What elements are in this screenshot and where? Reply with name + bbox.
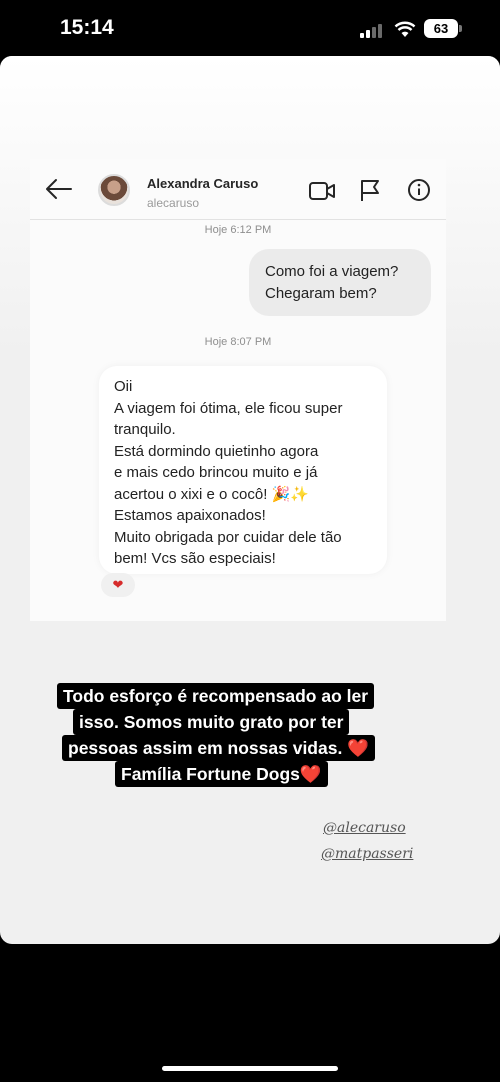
message-line: Chegaram bem? [265,285,377,302]
mention-sticker[interactable]: @matpasseri [321,846,413,862]
chat-header: Alexandra Caruso alecaruso [30,159,446,220]
info-icon[interactable] [407,178,431,202]
message-timestamp: Hoje 8:07 PM [204,336,272,348]
caption-line: isso. Somos muito grato por ter [73,709,350,735]
story-card[interactable]: Alexandra Caruso alecaruso Hoje 6:12 PM … [0,56,500,944]
flag-icon[interactable] [358,179,382,203]
message-line: bem! Vcs são especiais! [114,550,276,567]
incoming-message-bubble[interactable]: Oii A viagem foi ótima, ele ficou super … [99,366,387,574]
message-line: e mais cedo brincou muito e já [114,464,318,481]
outgoing-message-bubble[interactable]: Como foi a viagem? Chegaram bem? [249,249,431,316]
video-call-icon[interactable] [308,181,336,201]
back-arrow-icon[interactable] [44,177,74,201]
contact-name: Alexandra Caruso [147,176,259,191]
wifi-icon [394,21,416,37]
message-line: Estamos apaixonados! [114,507,266,524]
caption-line: pessoas assim em nossas vidas. ❤️ [62,735,375,761]
message-line: acertou o xixi e o cocô! 🎉✨ [114,485,309,503]
contact-handle: alecaruso [147,196,200,210]
status-bar: 15:14 63 [0,0,500,56]
dm-screenshot: Alexandra Caruso alecaruso Hoje 6:12 PM … [30,159,446,621]
caption-line: Família Fortune Dogs❤️ [115,761,328,787]
clock-time: 15:14 [60,16,114,39]
battery-tip [459,25,462,32]
cellular-signal-icon [360,22,384,38]
battery-icon: 63 [424,19,458,38]
home-indicator[interactable] [162,1066,338,1071]
message-timestamp: Hoje 6:12 PM [204,224,272,236]
message-line: A viagem foi ótima, ele ficou super [114,399,343,417]
message-line: Como foi a viagem? [265,263,399,280]
message-line: Está dormindo quietinho agora [114,442,319,460]
message-line: tranquilo. [114,421,176,438]
mention-sticker[interactable]: @alecaruso [323,820,406,836]
message-line: Oii [114,378,133,395]
contact-avatar[interactable] [98,174,130,206]
message-line: Muito obrigada por cuidar dele tão [114,528,342,546]
caption-line: Todo esforço é recompensado ao ler [57,683,375,709]
heart-reaction-icon[interactable]: ❤ [101,573,135,597]
